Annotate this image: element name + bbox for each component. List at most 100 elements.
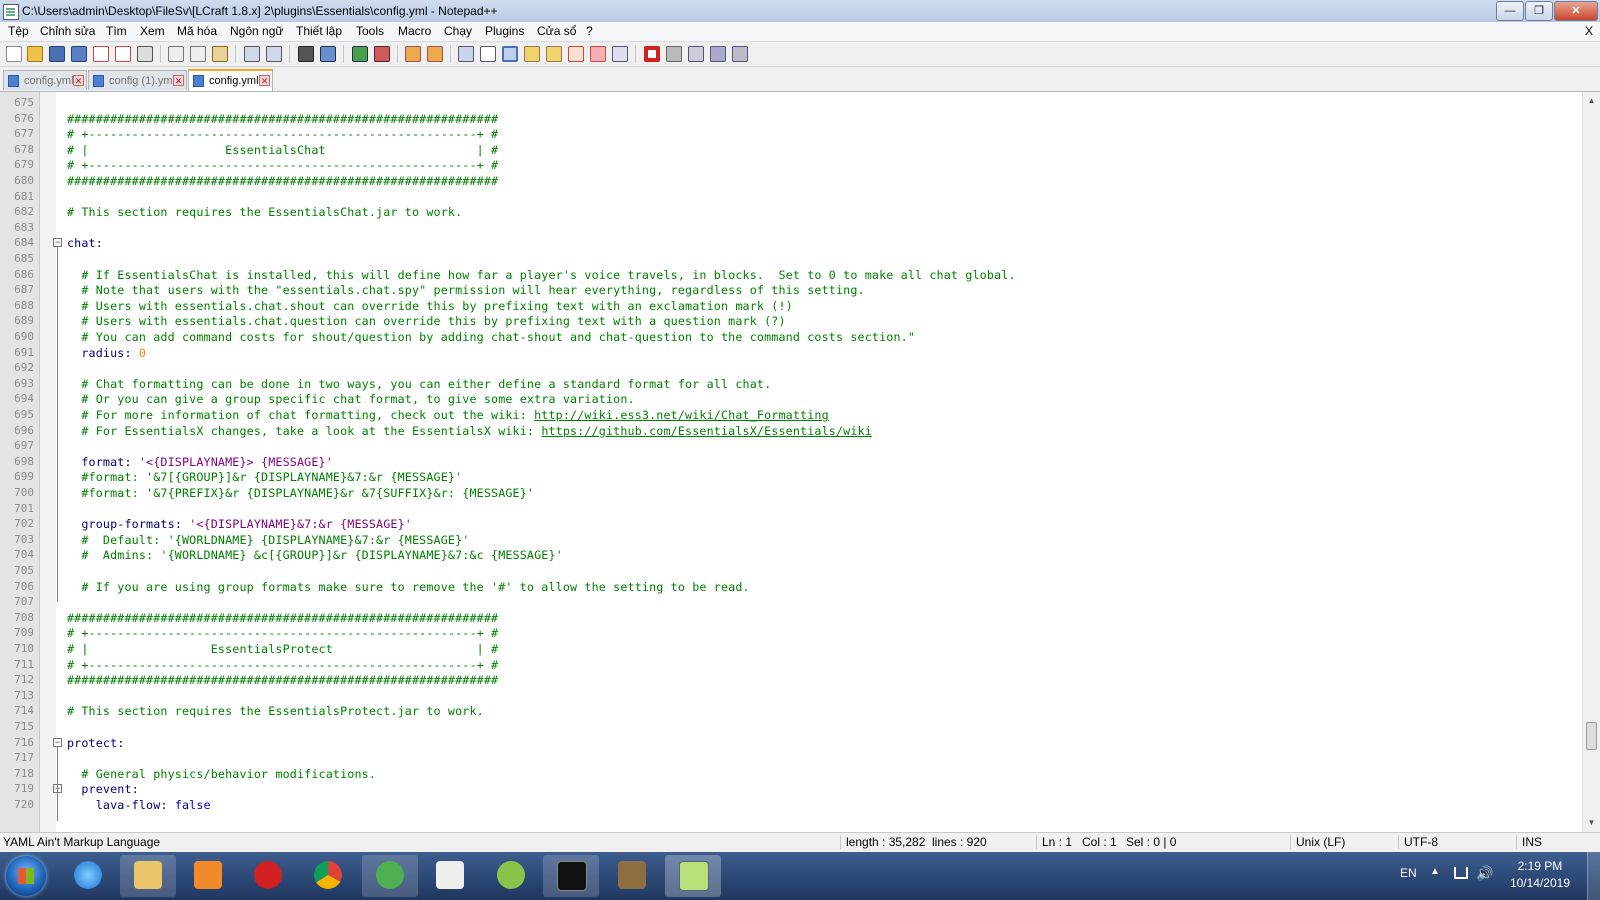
maximize-button[interactable]: ❐ xyxy=(1525,1,1553,21)
taskbar-chrome[interactable] xyxy=(300,855,356,897)
code-line[interactable]: 713 xyxy=(0,688,1580,704)
copy-icon[interactable] xyxy=(190,46,206,62)
show-all-chars-icon[interactable] xyxy=(480,46,496,62)
cut-icon[interactable] xyxy=(168,46,184,62)
code-line[interactable]: 677 # +----------------------------------… xyxy=(0,126,1580,142)
menu-edit[interactable]: Chỉnh sửa xyxy=(40,24,95,38)
code-line[interactable]: 700 #format: '&7{PREFIX}&r {DISPLAYNAME}… xyxy=(0,485,1580,501)
monitoring-icon[interactable] xyxy=(612,46,628,62)
minimize-button[interactable]: — xyxy=(1496,1,1524,21)
code-line[interactable]: 712 #####################################… xyxy=(0,672,1580,688)
fold-toggle-icon[interactable]: − xyxy=(53,238,62,248)
code-line[interactable]: 718 # General physics/behavior modificat… xyxy=(0,766,1580,782)
code-line[interactable]: 682 # This section requires the Essential… xyxy=(0,204,1580,220)
menu-plugins[interactable]: Plugins xyxy=(485,24,524,38)
code-line[interactable]: 684 − chat: xyxy=(0,235,1580,251)
code-line[interactable]: 683 xyxy=(0,220,1580,236)
taskbar-minecraft[interactable] xyxy=(604,855,660,897)
taskbar-app-green[interactable] xyxy=(362,855,418,897)
menu-run[interactable]: Chạy xyxy=(444,24,472,38)
find-icon[interactable] xyxy=(298,46,314,62)
menu-encoding[interactable]: Mã hóa xyxy=(177,24,217,38)
print-icon[interactable] xyxy=(137,46,153,62)
save-icon[interactable] xyxy=(49,46,65,62)
taskbar-file-explorer[interactable] xyxy=(120,855,176,897)
taskbar-app-leaf[interactable] xyxy=(483,855,539,897)
code-line[interactable]: 680 #####################################… xyxy=(0,173,1580,189)
paste-icon[interactable] xyxy=(212,46,228,62)
document-map-icon[interactable] xyxy=(546,46,562,62)
tab-config-yml-active[interactable]: config.yml ✕ xyxy=(188,69,273,91)
scrollbar-thumb[interactable] xyxy=(1586,722,1597,750)
redo-icon[interactable] xyxy=(266,46,282,62)
zoom-in-icon[interactable] xyxy=(352,46,368,62)
fold-toggle-icon[interactable]: − xyxy=(53,737,62,747)
code-line[interactable]: 685 xyxy=(0,251,1580,267)
menu-language[interactable]: Ngôn ngữ xyxy=(230,24,283,38)
code-line[interactable]: 678 # | EssentialsChat | # xyxy=(0,142,1580,158)
show-hidden-icons-icon[interactable]: ▲ xyxy=(1430,866,1440,877)
replace-icon[interactable] xyxy=(320,46,336,62)
code-line[interactable]: 676 #####################################… xyxy=(0,111,1580,127)
taskbar-media-player[interactable] xyxy=(180,855,236,897)
code-line[interactable]: 710 # | EssentialsProtect | # xyxy=(0,641,1580,657)
close-file-icon[interactable] xyxy=(93,46,109,62)
code-line[interactable]: 694 # Or you can give a group specific c… xyxy=(0,391,1580,407)
code-line[interactable]: 717 xyxy=(0,750,1580,766)
code-line[interactable]: 711 # +----------------------------------… xyxy=(0,657,1580,673)
sync-vertical-icon[interactable] xyxy=(405,46,421,62)
open-file-icon[interactable] xyxy=(27,46,43,62)
title-bar[interactable]: C:\Users\admin\Desktop\FileSv\[LCraft 1.… xyxy=(0,0,1600,23)
taskbar-notepadpp[interactable] xyxy=(665,855,721,897)
close-button[interactable]: ✕ xyxy=(1554,1,1598,21)
close-document-button[interactable]: X xyxy=(1585,24,1593,38)
editor-pane[interactable]: 675 676 ##################################… xyxy=(0,92,1600,832)
input-language[interactable]: EN xyxy=(1400,866,1417,880)
code-line[interactable]: 719− prevent: xyxy=(0,781,1580,797)
sync-horizontal-icon[interactable] xyxy=(427,46,443,62)
code-line[interactable]: 714 # This section requires the Essential… xyxy=(0,703,1580,719)
save-all-icon[interactable] xyxy=(71,46,87,62)
code-line[interactable]: 689 # Users with essentials.chat.questio… xyxy=(0,313,1580,329)
tab-config-1-yml[interactable]: config (1).yml ✕ xyxy=(88,70,187,90)
code-link[interactable]: https://github.com/EssentialsX/Essential… xyxy=(541,424,872,438)
code-line[interactable]: 702 group-formats: '<{DISPLAYNAME}&7:&r … xyxy=(0,516,1580,532)
code-line[interactable]: 704 # Admins: '{WORLDNAME} &c[{GROUP}]&r… xyxy=(0,547,1580,563)
code-line[interactable]: 693 # Chat formatting can be done in two… xyxy=(0,376,1580,392)
menu-window[interactable]: Cửa sổ xyxy=(537,24,576,38)
code-line[interactable]: 707 xyxy=(0,594,1580,610)
code-line[interactable]: 686 # If EssentialsChat is installed, th… xyxy=(0,267,1580,283)
code-line[interactable]: 691 radius: 0 xyxy=(0,345,1580,361)
taskbar-command-prompt[interactable] xyxy=(543,855,599,897)
code-line[interactable]: 709 # +----------------------------------… xyxy=(0,625,1580,641)
code-line[interactable]: 701 xyxy=(0,501,1580,517)
start-button[interactable] xyxy=(6,856,46,896)
code-line[interactable]: 697 xyxy=(0,438,1580,454)
menu-view[interactable]: Xem xyxy=(140,24,165,38)
menu-help[interactable]: ? xyxy=(586,24,593,38)
code-line[interactable]: 715 xyxy=(0,719,1580,735)
user-language-icon[interactable] xyxy=(524,46,540,62)
code-line[interactable]: 696 # For EssentialsX changes, take a lo… xyxy=(0,423,1580,439)
code-line[interactable]: 708 #####################################… xyxy=(0,610,1580,626)
notepadpp-app-icon[interactable] xyxy=(3,4,19,20)
new-file-icon[interactable] xyxy=(6,46,22,62)
menu-tools[interactable]: Tools xyxy=(356,24,384,38)
show-desktop-button[interactable] xyxy=(1587,852,1600,900)
tab-close-icon[interactable]: ✕ xyxy=(259,75,270,86)
code-line[interactable]: 720 lava-flow: false xyxy=(0,797,1580,813)
tab-close-icon[interactable]: ✕ xyxy=(173,75,184,86)
tab-close-icon[interactable]: ✕ xyxy=(73,75,84,86)
code-link[interactable]: http://wiki.ess3.net/wiki/Chat_Formattin… xyxy=(534,408,829,422)
play-macro-icon[interactable] xyxy=(688,46,704,62)
menu-settings[interactable]: Thiết lập xyxy=(296,24,342,38)
vertical-scrollbar[interactable]: ▲ ▼ xyxy=(1582,92,1600,832)
save-macro-icon[interactable] xyxy=(732,46,748,62)
code-line[interactable]: 706 # If you are using group formats mak… xyxy=(0,579,1580,595)
code-line[interactable]: 681 xyxy=(0,189,1580,205)
code-line[interactable]: 698 format: '<{DISPLAYNAME}> {MESSAGE}' xyxy=(0,454,1580,470)
menu-macro[interactable]: Macro xyxy=(398,24,431,38)
volume-icon[interactable]: 🔊 xyxy=(1476,865,1493,882)
code-line[interactable]: 688 # Users with essentials.chat.shout c… xyxy=(0,298,1580,314)
menu-file[interactable]: Tệp xyxy=(8,24,29,38)
